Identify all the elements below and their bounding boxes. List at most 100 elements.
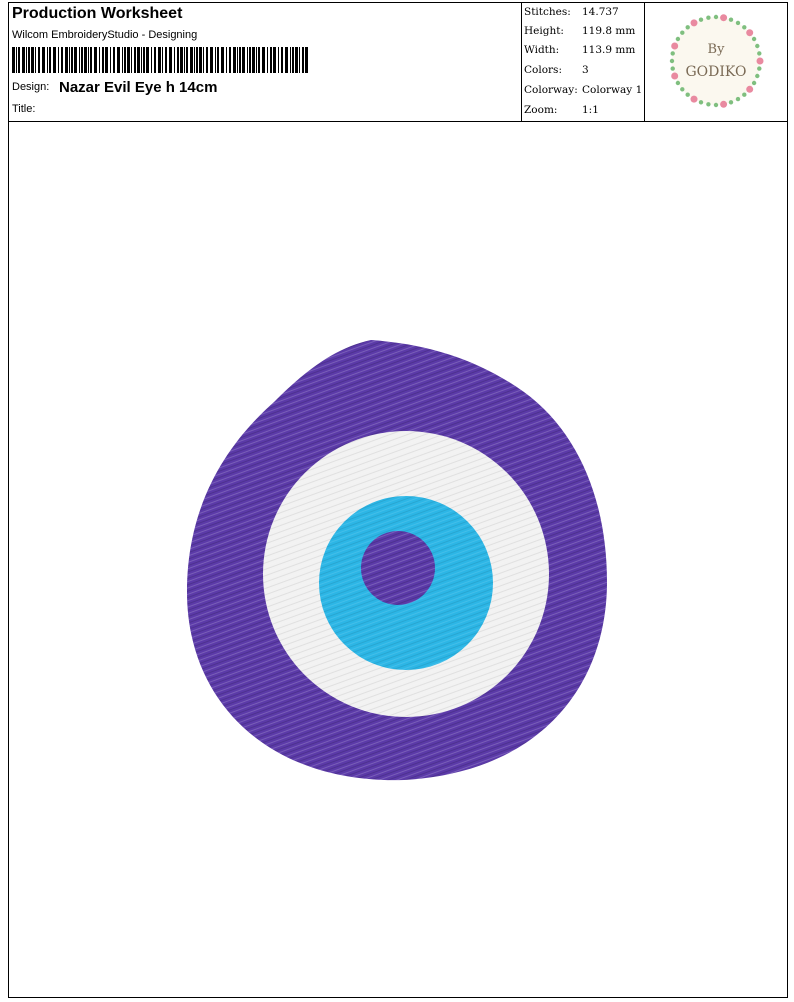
stat-key: Colors: <box>524 64 562 76</box>
barcode-bar <box>74 47 77 73</box>
design-name: Nazar Evil Eye h 14cm <box>59 79 218 96</box>
wreath-leaf <box>713 102 719 108</box>
barcode-bar <box>239 47 241 73</box>
wreath-flower <box>720 100 728 108</box>
wreath-leaf <box>675 36 681 42</box>
barcode-bar <box>215 47 216 73</box>
barcode-bar <box>94 47 97 73</box>
barcode-bar <box>256 47 257 73</box>
wreath-leaf <box>706 102 711 107</box>
stitch-texture-pupil <box>361 531 435 605</box>
title-label: Title: <box>12 103 36 115</box>
barcode-bar <box>143 47 145 73</box>
stat-key: Height: <box>524 25 564 37</box>
barcode-bar <box>199 47 202 73</box>
barcode-bar <box>186 47 188 73</box>
barcode-bar <box>137 47 140 73</box>
wreath-leaf <box>735 20 741 26</box>
stat-key: Zoom: <box>524 104 558 116</box>
barcode-bar <box>28 47 30 73</box>
stat-value: 3 <box>582 64 589 76</box>
barcode-bar <box>35 47 36 73</box>
stat-zoom: Zoom: 1:1 <box>524 104 599 116</box>
barcode-bar <box>249 47 251 73</box>
barcode-bar <box>26 47 27 73</box>
header-info: Production Worksheet Wilcom EmbroiderySt… <box>9 3 521 121</box>
barcode-bar <box>267 47 268 73</box>
barcode-bar <box>42 47 45 73</box>
barcode-bar <box>292 47 294 73</box>
barcode-bar <box>262 47 265 73</box>
barcode-bar <box>102 47 104 73</box>
stat-key: Stitches: <box>524 6 571 18</box>
barcode <box>12 47 308 73</box>
wreath-leaf <box>675 80 681 86</box>
wreath-leaf <box>755 73 760 79</box>
barcode-bar <box>38 47 40 73</box>
brand-logo: By GODIKO <box>644 3 787 121</box>
barcode-bar <box>278 47 279 73</box>
barcode-bar <box>131 47 132 73</box>
barcode-bar <box>18 47 20 73</box>
barcode-bar <box>79 47 80 73</box>
barcode-bar <box>81 47 83 73</box>
wreath-leaf <box>670 51 675 56</box>
stat-key: Width: <box>524 44 560 56</box>
software-name: Wilcom EmbroideryStudio - Designing <box>12 29 198 41</box>
barcode-bar <box>158 47 161 73</box>
evil-eye-design <box>187 340 607 781</box>
wreath-leaf <box>685 92 690 97</box>
barcode-bar <box>162 47 163 73</box>
worksheet-header: Production Worksheet Wilcom EmbroiderySt… <box>9 3 787 122</box>
stat-stitches: Stitches: 14.737 <box>524 6 619 18</box>
wreath-leaf <box>680 87 685 92</box>
wreath-flower <box>671 42 679 50</box>
design-label: Design: <box>12 81 50 93</box>
barcode-bar <box>124 47 126 73</box>
barcode-bar <box>151 47 152 73</box>
barcode-bar <box>221 47 224 73</box>
barcode-bar <box>165 47 167 73</box>
stats-panel: Stitches: 14.737 Height: 119.8 mm Width: 11… <box>521 3 645 121</box>
wreath-leaf <box>757 66 762 71</box>
wreath-leaf <box>742 92 747 97</box>
barcode-bar <box>154 47 156 73</box>
stat-width: Width: 113.9 mm <box>524 44 635 56</box>
barcode-bar <box>69 47 70 73</box>
barcode-bar <box>65 47 68 73</box>
barcode-bar <box>206 47 208 73</box>
wreath-flower <box>690 95 698 103</box>
barcode-bar <box>122 47 123 73</box>
barcode-bar <box>146 47 149 73</box>
barcode-bar <box>71 47 73 73</box>
stat-value: 1:1 <box>582 104 599 116</box>
floral-wreath-logo: By GODIKO <box>669 14 764 108</box>
barcode-bar <box>58 47 59 73</box>
barcode-bar <box>290 47 291 73</box>
barcode-bar <box>12 47 15 73</box>
wreath-leaf <box>670 66 675 71</box>
wreath-leaf <box>713 14 719 20</box>
wreath-leaf <box>728 100 734 105</box>
barcode-bar <box>237 47 238 73</box>
barcode-bar <box>252 47 255 73</box>
stat-key: Colorway: <box>524 84 578 96</box>
logo-text-godiko: GODIKO <box>686 64 747 80</box>
wreath-leaf <box>742 25 747 30</box>
barcode-bar <box>299 47 300 73</box>
barcode-bar <box>99 47 100 73</box>
wreath-leaf <box>706 15 711 20</box>
barcode-bar <box>190 47 193 73</box>
barcode-bar <box>180 47 183 73</box>
barcode-bar <box>141 47 142 73</box>
design-preview <box>9 122 787 997</box>
barcode-bar <box>61 47 63 73</box>
worksheet: Production Worksheet Wilcom EmbroiderySt… <box>8 2 788 998</box>
barcode-bar <box>84 47 87 73</box>
barcode-bar <box>49 47 51 73</box>
wreath-flower <box>756 57 764 65</box>
worksheet-title: Production Worksheet <box>12 5 183 22</box>
barcode-bar <box>210 47 213 73</box>
barcode-bar <box>16 47 17 73</box>
barcode-bar <box>117 47 120 73</box>
